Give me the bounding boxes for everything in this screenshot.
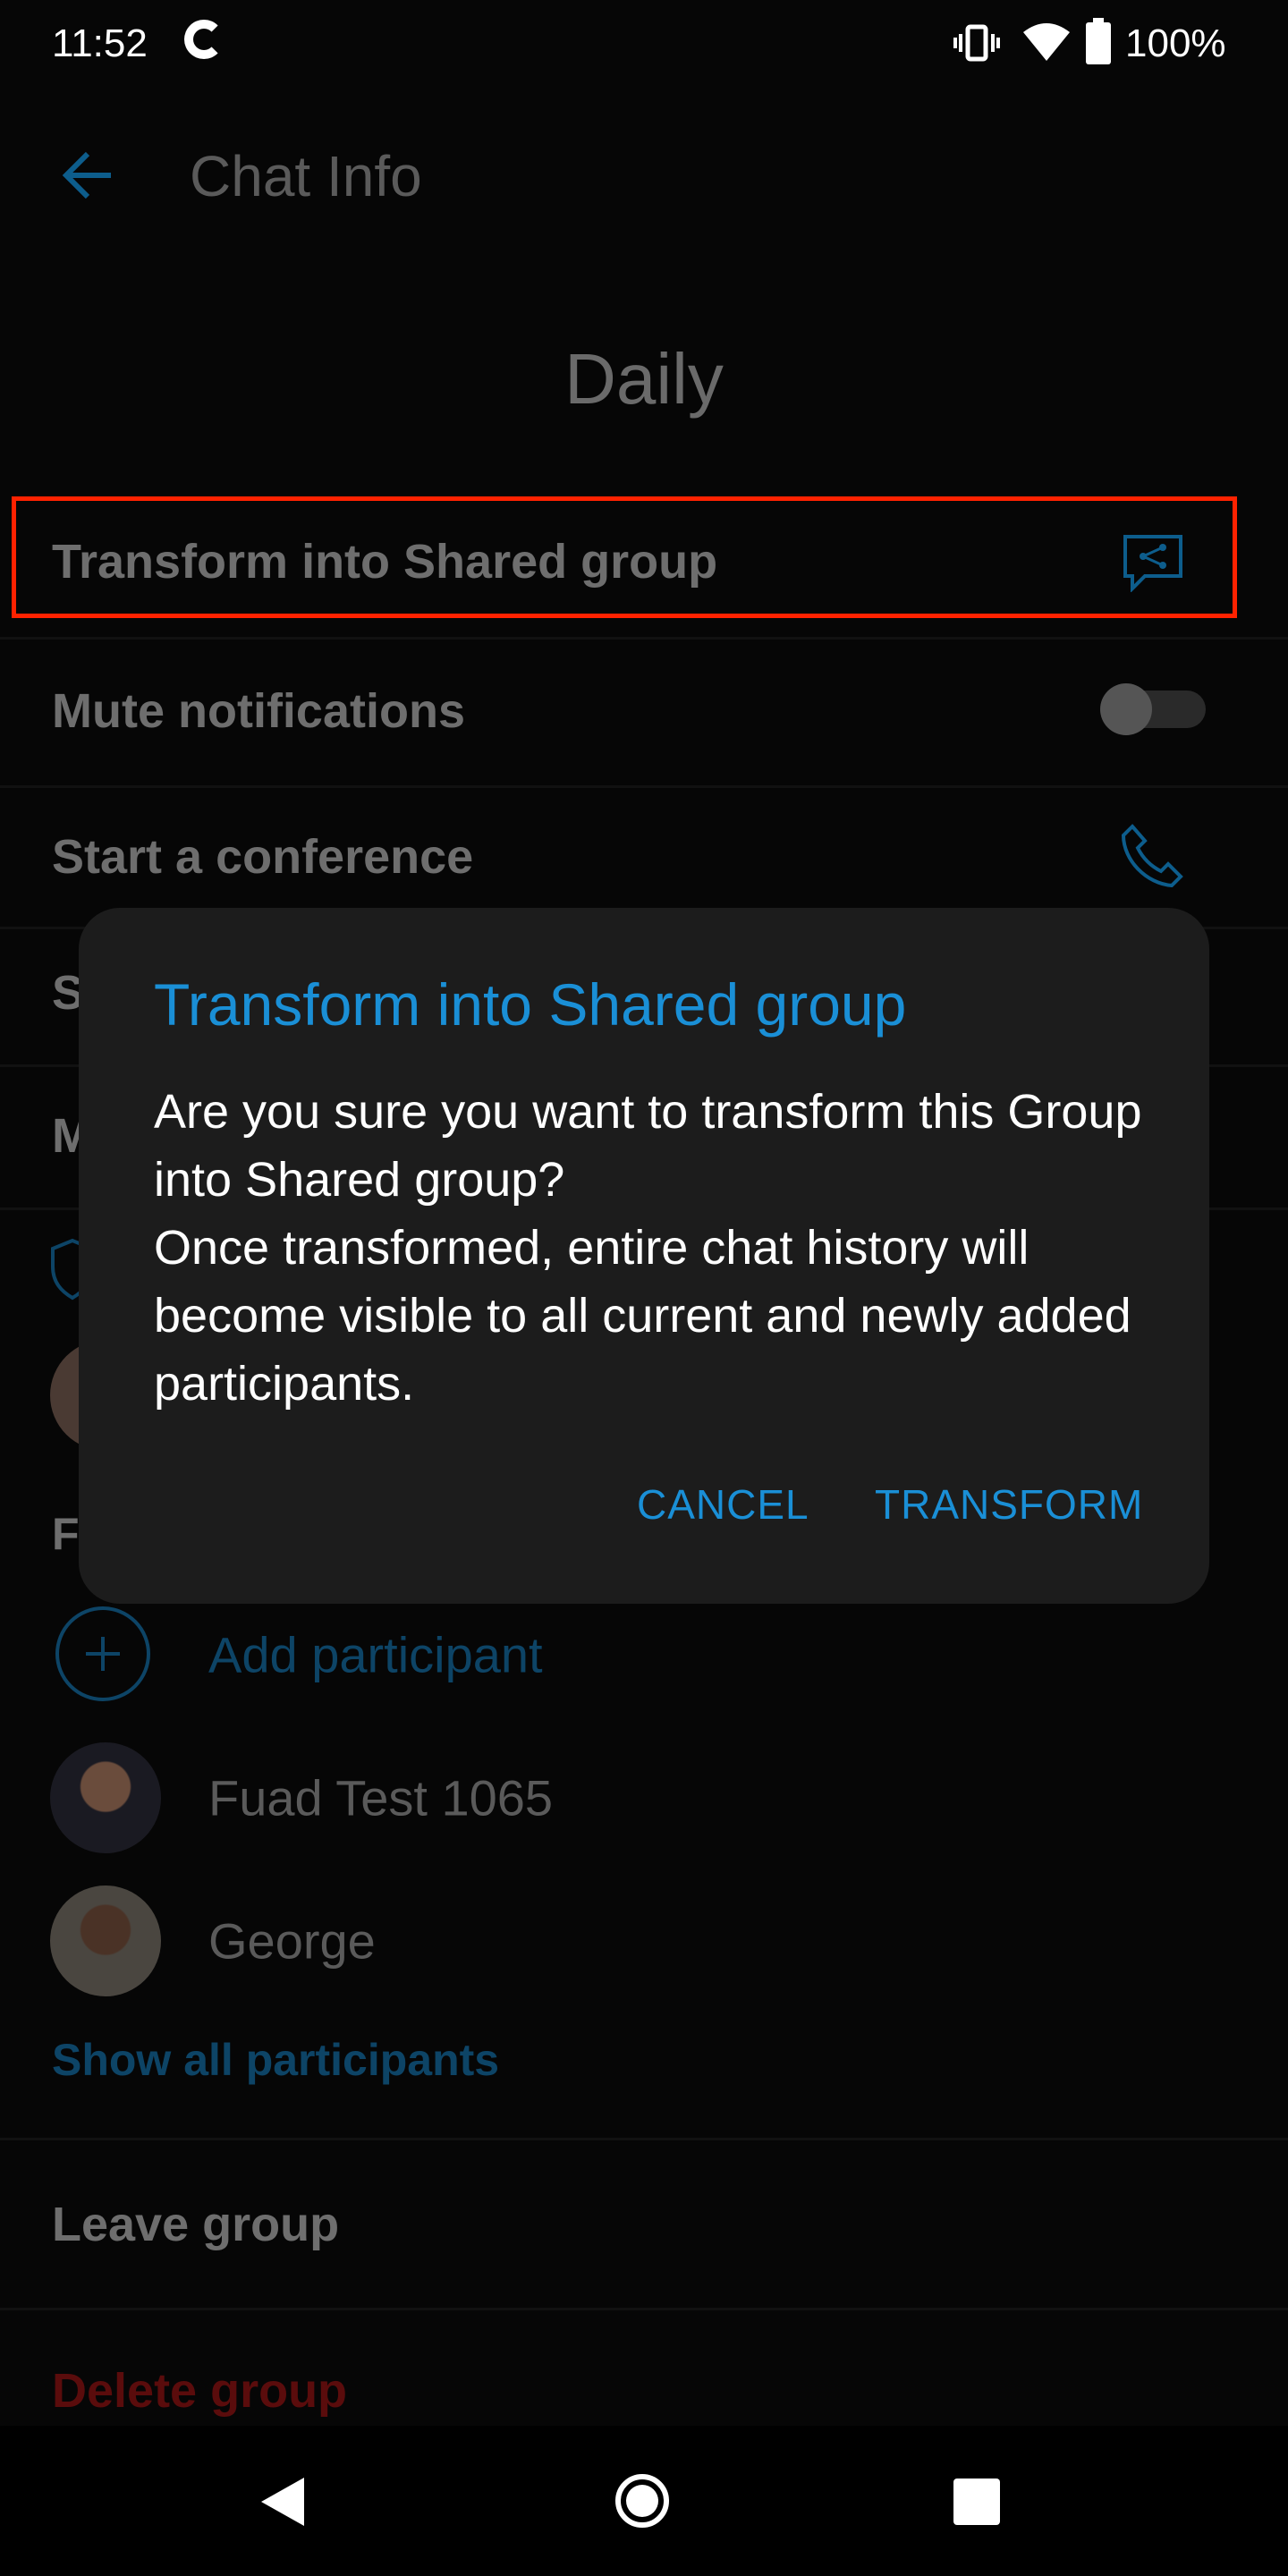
home-nav-icon[interactable] (615, 2474, 669, 2528)
phone-icon (1121, 824, 1183, 887)
chat-name: Daily (564, 339, 724, 419)
navigation-bar (0, 2426, 1288, 2576)
page-title: Chat Info (190, 144, 422, 208)
status-time: 11:52 (52, 21, 148, 65)
toggle-knob (1100, 683, 1152, 735)
transform-label: Transform into Shared group (52, 535, 718, 589)
dialog-message: Are you sure you want to transform this … (154, 1078, 1156, 1418)
cancel-button[interactable]: CANCEL (637, 1480, 809, 1529)
conference-label: Start a conference (52, 830, 474, 884)
leave-group-button[interactable]: Leave group (52, 2197, 339, 2252)
mute-label: Mute notifications (52, 684, 465, 738)
confirm-dialog: Transform into Shared group Are you sure… (79, 908, 1209, 1604)
wifi-icon (1023, 23, 1070, 61)
dialog-title: Transform into Shared group (154, 971, 907, 1038)
show-all-participants-link[interactable]: Show all participants (52, 2034, 499, 2086)
participant-name[interactable]: Fuad Test 1065 (208, 1769, 553, 1827)
dialog-message-line: Are you sure you want to transform this … (154, 1085, 1142, 1207)
battery-percent: 100% (1125, 21, 1226, 65)
add-participant-button[interactable]: Add participant (208, 1626, 543, 1684)
avatar (50, 1885, 161, 1996)
transform-button[interactable]: TRANSFORM (875, 1480, 1143, 1529)
google-icon (184, 20, 224, 59)
section-header: F (52, 1509, 80, 1559)
status-bar: 11:52 100% (0, 0, 1288, 89)
recents-nav-icon[interactable] (953, 2479, 1000, 2525)
mute-toggle[interactable] (1100, 683, 1206, 735)
vibrate-icon (953, 24, 1000, 62)
dialog-message-line: Once transformed, entire chat history wi… (154, 1221, 1131, 1411)
add-participant-icon[interactable] (55, 1606, 150, 1701)
battery-icon (1086, 18, 1111, 64)
avatar (50, 1742, 161, 1853)
participant-name[interactable]: George (208, 1912, 376, 1970)
back-button[interactable] (61, 150, 114, 200)
shared-chat-icon (1123, 535, 1182, 592)
delete-group-button[interactable]: Delete group (52, 2363, 347, 2419)
back-nav-icon[interactable] (259, 2476, 306, 2528)
